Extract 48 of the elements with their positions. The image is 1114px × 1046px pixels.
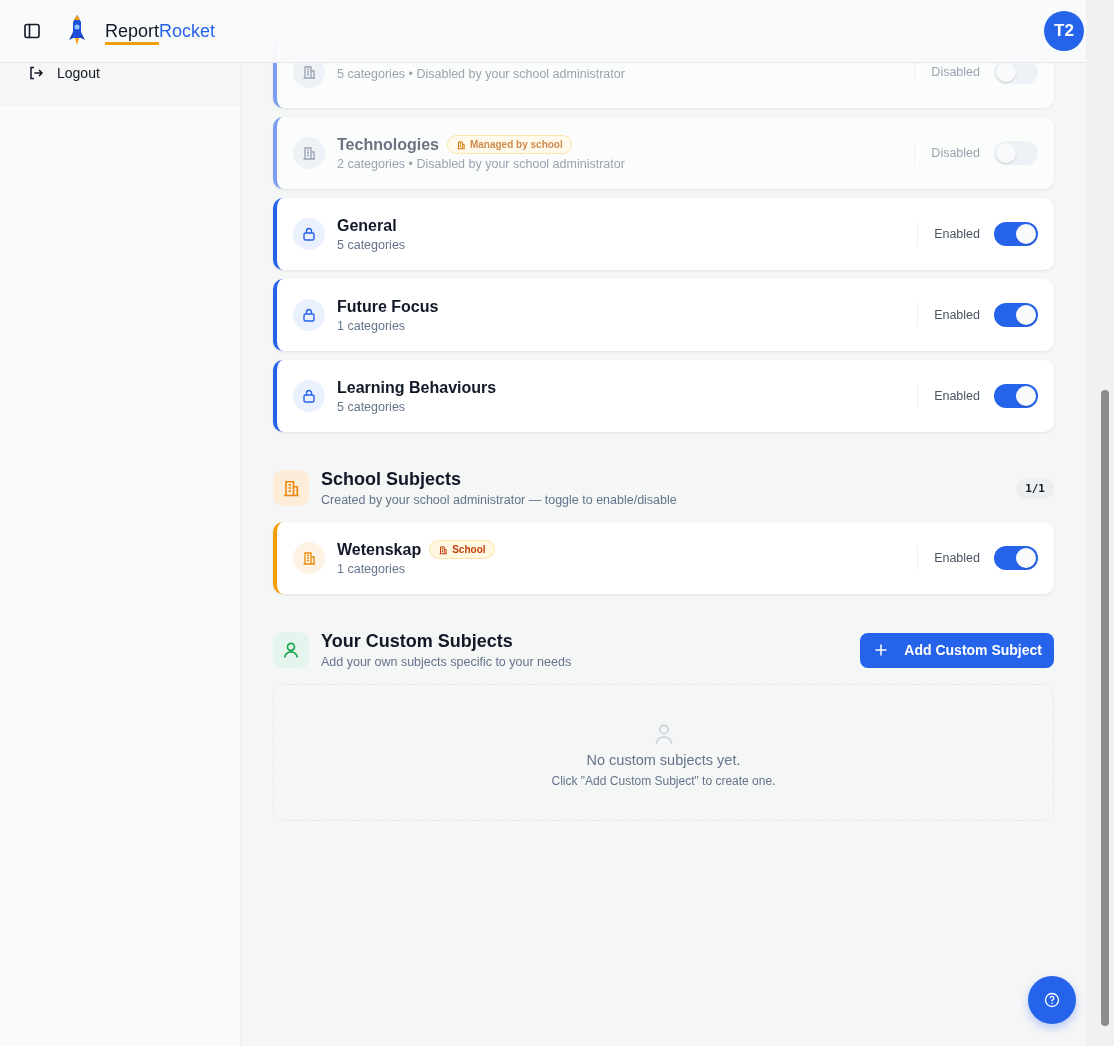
building-icon <box>301 145 317 161</box>
toggle-switch[interactable] <box>994 222 1038 246</box>
toggle-switch[interactable] <box>994 384 1038 408</box>
lock-icon <box>301 388 317 404</box>
lock-icon <box>301 226 317 242</box>
status-label: Enabled <box>934 227 980 241</box>
subject-meta: 5 categories <box>337 399 407 414</box>
school-badge: School <box>429 540 495 559</box>
status-label: Enabled <box>934 551 980 565</box>
logout-link[interactable]: Logout <box>0 63 128 83</box>
subject-meta: 2 categories • Disabled by your school administrator <box>337 157 626 171</box>
status-label: Enabled <box>934 308 980 322</box>
sidebar-toggle-icon[interactable] <box>22 21 42 41</box>
help-icon <box>1044 992 1060 1008</box>
count-badge: 1/1 <box>1016 477 1054 499</box>
toggle-switch[interactable] <box>994 546 1038 570</box>
status-label: Enabled <box>934 389 980 403</box>
subject-name: Future Focus <box>337 297 439 316</box>
status-label: Disabled <box>931 146 980 160</box>
building-icon <box>281 478 301 498</box>
user-avatar[interactable]: T2 <box>1044 11 1084 51</box>
subject-name: Technologies <box>337 135 439 154</box>
subject-meta: 1 categories <box>337 318 407 333</box>
building-icon <box>301 64 317 80</box>
building-icon <box>301 550 317 566</box>
scrollbar[interactable] <box>1086 0 1114 1046</box>
logout-icon <box>28 65 44 81</box>
empty-state-hint: Click "Add Custom Subject" to create one. <box>551 773 776 788</box>
subject-meta: 5 categories • Disabled by your school administrator <box>337 66 626 81</box>
status-label: Disabled <box>931 65 980 79</box>
section-title: School Subjects <box>321 469 463 490</box>
subject-name: Learning Behaviours <box>337 378 497 397</box>
person-icon <box>281 640 301 660</box>
empty-state-title: No custom subjects yet. <box>586 751 741 768</box>
subject-meta: 1 categories <box>337 562 407 576</box>
subject-meta: 5 categories <box>337 237 407 252</box>
managed-badge: Managed by school <box>446 135 572 154</box>
help-button[interactable] <box>1028 976 1076 1024</box>
add-custom-subject-button[interactable]: Add Custom Subject <box>860 632 1054 668</box>
subject-name: Wetenskap <box>337 540 422 559</box>
lock-icon <box>301 307 317 323</box>
plus-icon <box>874 643 889 657</box>
section-subtitle: Add your own subjects specific to your needs <box>321 655 573 669</box>
subject-name: General <box>337 216 397 235</box>
toggle-switch[interactable] <box>994 303 1038 327</box>
brand-logo: ReportRocket <box>105 20 216 42</box>
section-title: Your Custom Subjects <box>321 631 514 652</box>
section-subtitle: Created by your school administrator — toggle to enable/disable <box>321 493 678 507</box>
